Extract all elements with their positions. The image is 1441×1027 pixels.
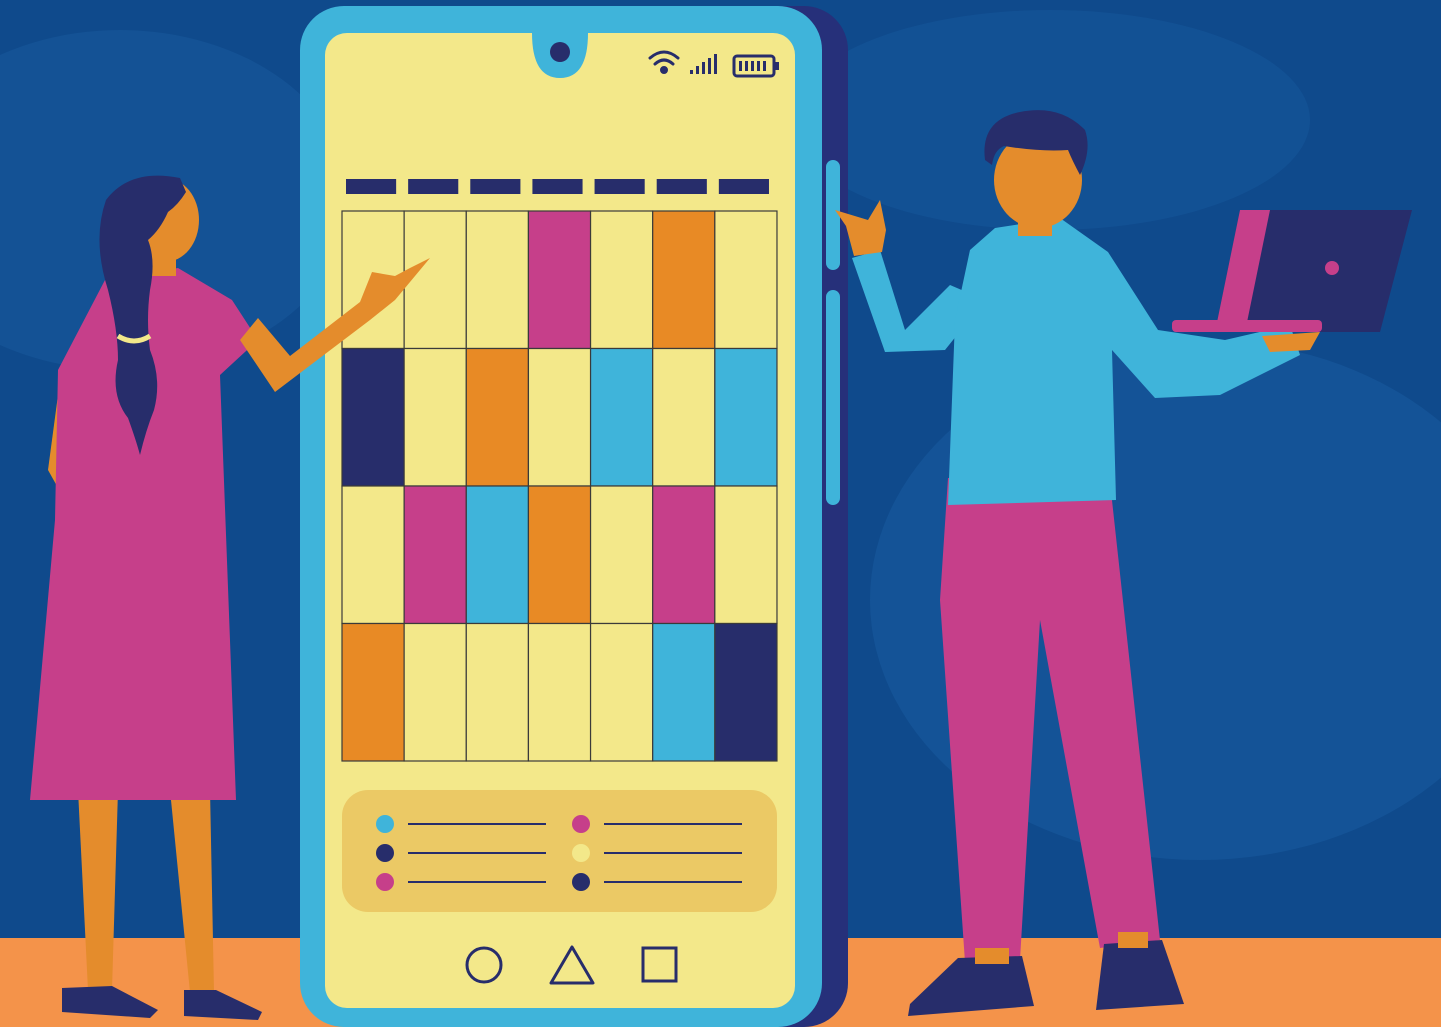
calendar-day-header	[408, 179, 459, 194]
legend-panel	[342, 790, 777, 912]
legend-dot-icon	[572, 844, 590, 862]
phone	[300, 6, 848, 1027]
calendar-cell[interactable]	[652, 210, 716, 350]
calendar-cell[interactable]	[465, 622, 530, 762]
calendar-cell[interactable]	[341, 347, 405, 487]
man-ankle	[975, 948, 1009, 964]
illustration	[0, 0, 1441, 1027]
legend-dot-icon	[376, 844, 394, 862]
calendar-cell[interactable]	[589, 485, 654, 625]
calendar-cell[interactable]	[403, 622, 467, 762]
legend-dot-icon	[376, 815, 394, 833]
calendar-cell[interactable]	[465, 347, 530, 487]
laptop-base	[1172, 320, 1322, 332]
calendar-cell[interactable]	[403, 347, 467, 487]
legend-dot-icon	[572, 815, 590, 833]
calendar-cell[interactable]	[403, 485, 467, 625]
calendar-day-header	[532, 179, 583, 194]
calendar-cell[interactable]	[527, 210, 592, 350]
man-ankle	[1118, 932, 1148, 948]
calendar-day-header	[346, 179, 397, 194]
calendar-cell[interactable]	[341, 485, 405, 625]
calendar-cell[interactable]	[403, 210, 467, 350]
calendar-cell[interactable]	[652, 622, 716, 762]
front-camera-icon	[550, 42, 570, 62]
calendar-cell[interactable]	[465, 485, 530, 625]
calendar-cell[interactable]	[714, 210, 778, 350]
calendar-cell[interactable]	[589, 210, 654, 350]
legend-dot-icon	[376, 873, 394, 891]
calendar-day-header	[718, 179, 769, 194]
calendar-cell[interactable]	[527, 622, 592, 762]
calendar-day-header	[470, 179, 521, 194]
calendar-header	[346, 179, 769, 194]
calendar-cell[interactable]	[652, 347, 716, 487]
calendar-cell[interactable]	[714, 485, 778, 625]
calendar-cell[interactable]	[714, 347, 778, 487]
calendar-cell[interactable]	[589, 622, 654, 762]
calendar-cell[interactable]	[527, 347, 592, 487]
laptop-logo-icon	[1325, 261, 1339, 275]
calendar-day-header	[656, 179, 707, 194]
calendar-cell[interactable]	[589, 347, 654, 487]
calendar-grid	[341, 210, 778, 762]
calendar-day-header	[594, 179, 645, 194]
phone-side-button[interactable]	[826, 160, 840, 270]
calendar-cell[interactable]	[465, 210, 530, 350]
legend-dot-icon	[572, 873, 590, 891]
calendar-cell[interactable]	[714, 622, 778, 762]
calendar-cell[interactable]	[527, 485, 592, 625]
phone-side-button[interactable]	[826, 290, 840, 505]
calendar-cell[interactable]	[341, 622, 405, 762]
calendar-cell[interactable]	[652, 485, 716, 625]
